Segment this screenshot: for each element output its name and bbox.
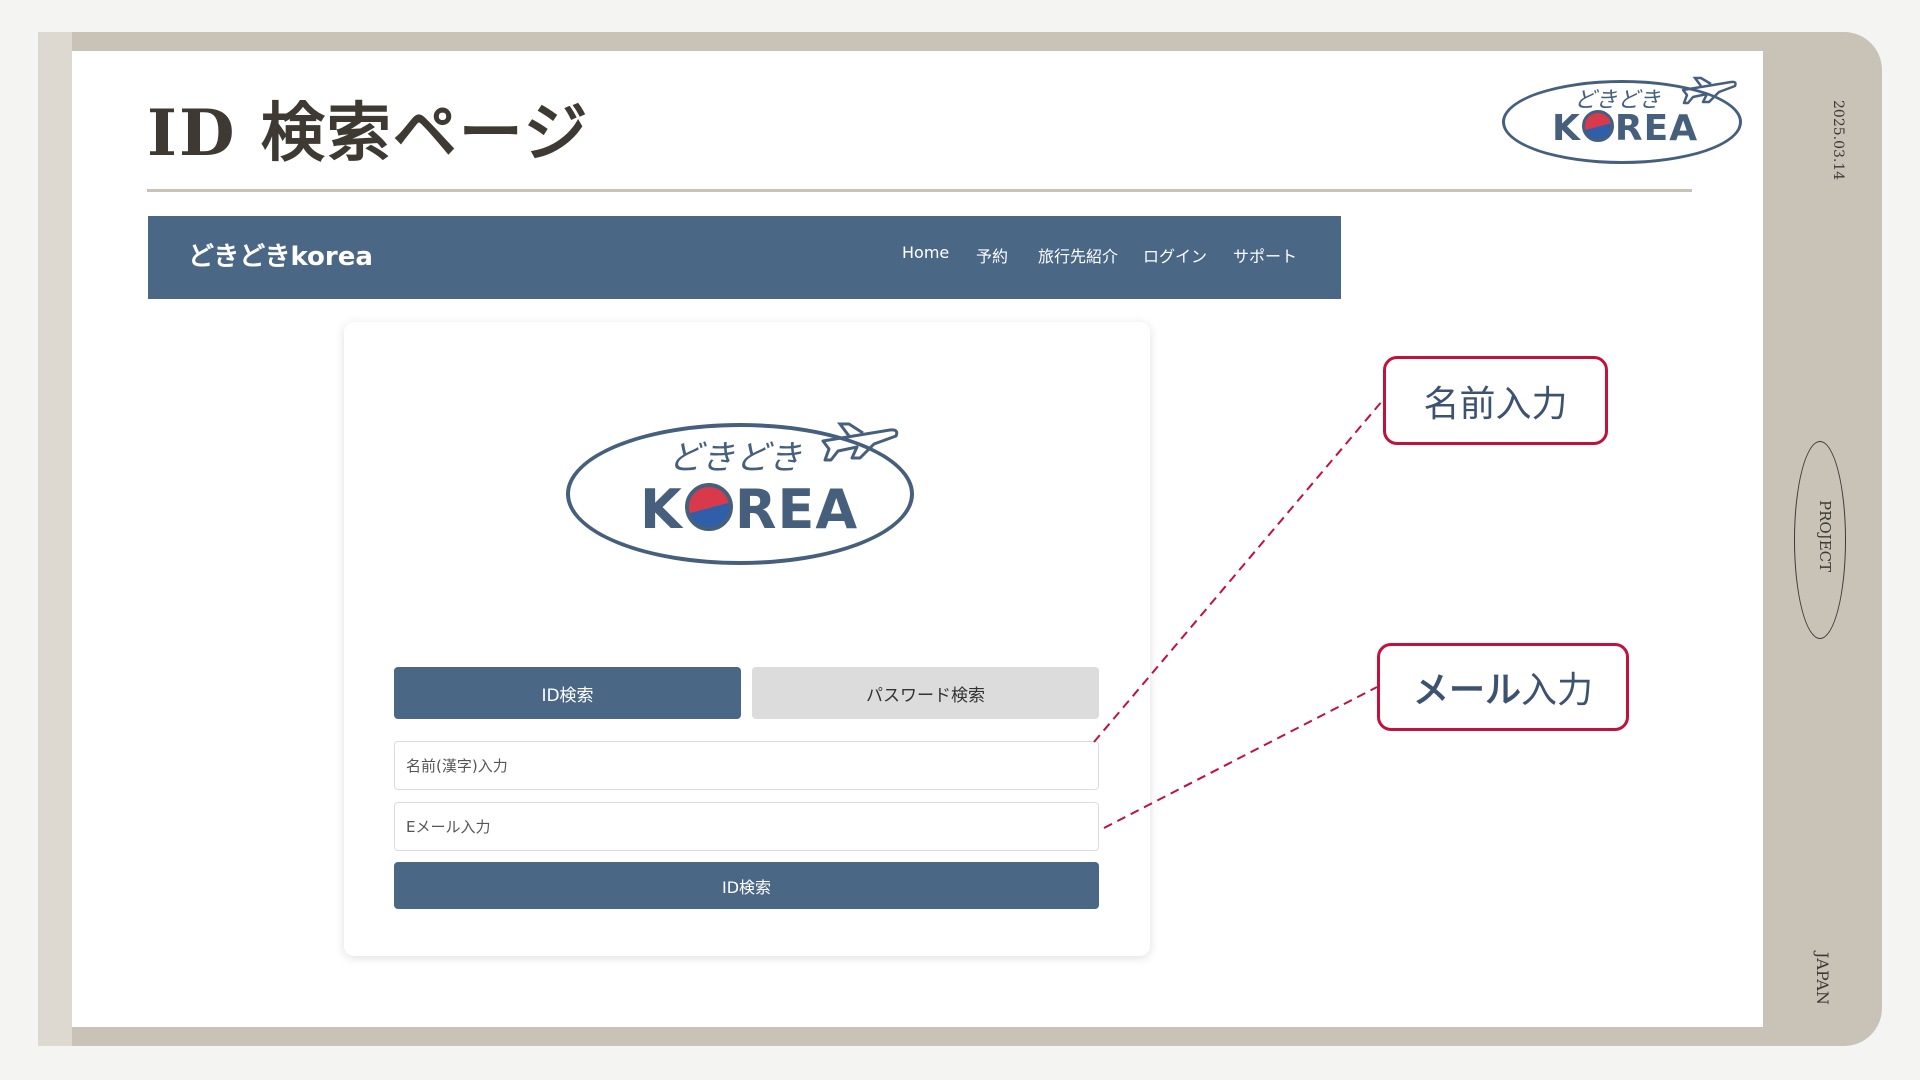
callout-name-input: 名前入力: [1383, 356, 1608, 445]
annotation-leader-lines: [1093, 399, 1384, 829]
leader-line-name: [1093, 399, 1384, 743]
leader-line-email: [1103, 686, 1378, 829]
callout-email-input: メール 入力: [1377, 643, 1629, 731]
callout-email-strong: メール: [1412, 670, 1521, 711]
callout-email-rest: 入力: [1521, 670, 1594, 711]
